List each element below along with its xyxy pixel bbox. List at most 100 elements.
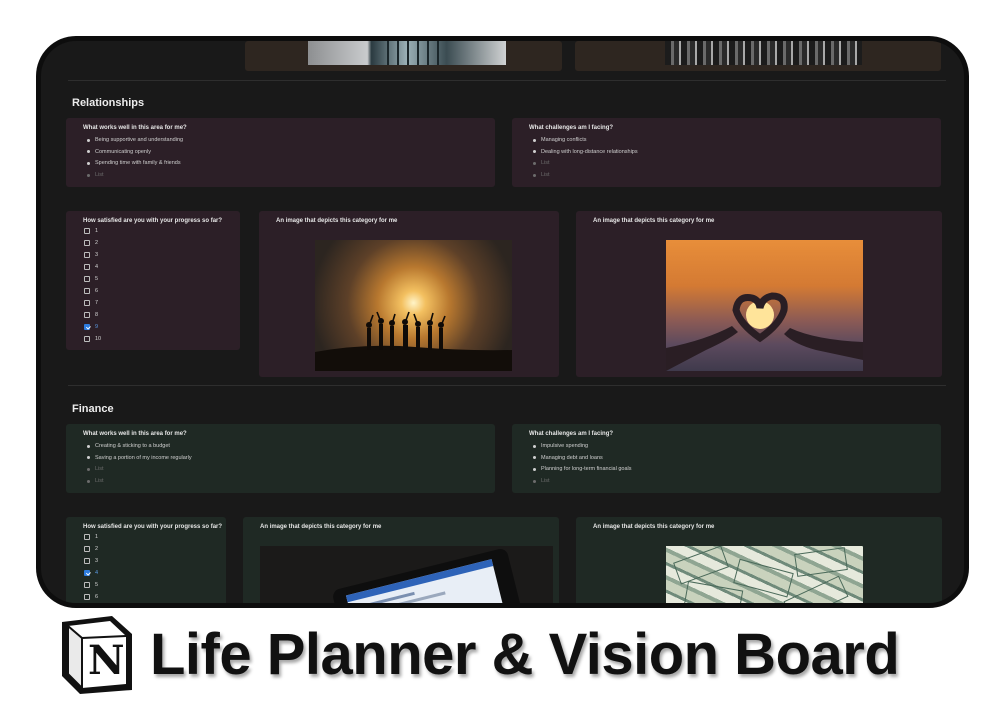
checkbox-label: 6: [95, 288, 99, 294]
satisfaction-checklist: 1 2 3 4 5 6: [84, 534, 98, 603]
checkbox[interactable]: [84, 312, 90, 318]
checkbox-checked[interactable]: [84, 324, 90, 330]
finance-image-card-1: An image that depicts this category for …: [243, 517, 559, 603]
checkbox-label: 2: [95, 240, 99, 246]
checkbox-item[interactable]: 6: [84, 288, 101, 300]
checkbox[interactable]: [84, 534, 90, 540]
checkbox-item[interactable]: 8: [84, 312, 101, 324]
checkbox[interactable]: [84, 558, 90, 564]
checkbox-item[interactable]: 2: [84, 546, 98, 558]
checkbox-label: 2: [95, 546, 99, 552]
list-item[interactable]: Saving a portion of my income regularly: [86, 454, 192, 466]
challenges-heading: What challenges am I facing?: [529, 125, 614, 131]
checkbox[interactable]: [84, 300, 90, 306]
works-heading: What works well in this area for me?: [83, 125, 187, 131]
checkbox-item[interactable]: 3: [84, 252, 101, 264]
finance-image-card-2: An image that depicts this category for …: [576, 517, 942, 603]
checkbox-item[interactable]: 10: [84, 336, 101, 348]
checkbox-item[interactable]: 2: [84, 240, 101, 252]
checkbox-label: 1: [95, 228, 99, 234]
checkbox-label: 9: [95, 324, 99, 330]
challenges-list: Managing conflicts Dealing with long-dis…: [532, 136, 638, 183]
list-item[interactable]: Spending time with family & friends: [86, 159, 183, 171]
list-item-placeholder[interactable]: List: [86, 171, 183, 183]
section-divider: [68, 385, 946, 386]
list-item[interactable]: Being supportive and understanding: [86, 136, 183, 148]
relationships-satisfaction-card: How satisfied are you with your progress…: [66, 211, 240, 350]
notion-page: Relationships What works well in this ar…: [41, 41, 964, 603]
list-item[interactable]: Creating & sticking to a budget: [86, 442, 192, 454]
dollar-bills-photo[interactable]: [666, 546, 863, 603]
finance-satisfaction-card: How satisfied are you with your progress…: [66, 517, 226, 603]
finance-challenges-card: What challenges am I facing? Impulsive s…: [512, 424, 941, 493]
checkbox[interactable]: [84, 252, 90, 258]
checkbox[interactable]: [84, 288, 90, 294]
list-item-placeholder[interactable]: List: [86, 465, 192, 477]
satisfaction-heading: How satisfied are you with your progress…: [83, 218, 223, 224]
list-item-placeholder[interactable]: List: [86, 477, 192, 489]
checkbox-item[interactable]: 4: [84, 264, 101, 276]
relationships-challenges-card: What challenges am I facing? Managing co…: [512, 118, 941, 187]
image-heading: An image that depicts this category for …: [260, 524, 382, 530]
checkbox-label: 10: [95, 336, 102, 342]
checkbox-checked[interactable]: [84, 570, 90, 576]
checkbox-label: 8: [95, 312, 99, 318]
list-item[interactable]: Planning for long-term financial goals: [532, 465, 632, 477]
checkbox[interactable]: [84, 228, 90, 234]
friends-sunset-photo[interactable]: [315, 240, 512, 371]
list-item[interactable]: Dealing with long-distance relationships: [532, 148, 638, 160]
notion-logo: N: [54, 612, 138, 696]
section-title-finance: Finance: [72, 403, 114, 415]
checkbox-item[interactable]: 1: [84, 534, 98, 546]
checkbox-item[interactable]: 6: [84, 594, 98, 603]
works-list: Being supportive and understanding Commu…: [86, 136, 183, 183]
checkbox[interactable]: [84, 264, 90, 270]
product-title: Life Planner & Vision Board: [150, 622, 900, 687]
checkbox-item[interactable]: 5: [84, 582, 98, 594]
checkbox-label: 7: [95, 300, 99, 306]
challenges-heading: What challenges am I facing?: [529, 431, 614, 437]
image-heading: An image that depicts this category for …: [276, 218, 398, 224]
checkbox-label: 5: [95, 276, 99, 282]
checkbox[interactable]: [84, 582, 90, 588]
list-item[interactable]: Impulsive spending: [532, 442, 632, 454]
checkbox-item-checked[interactable]: 9: [84, 324, 101, 336]
checkbox[interactable]: [84, 546, 90, 552]
list-item-placeholder[interactable]: List: [532, 171, 638, 183]
checkbox-label: 5: [95, 582, 99, 588]
previous-image-card-1: [245, 41, 562, 71]
heart-hands-sunset-photo[interactable]: [666, 240, 863, 371]
checkbox-item[interactable]: 1: [84, 228, 101, 240]
list-item-placeholder[interactable]: List: [532, 477, 632, 489]
previous-image-1: [308, 41, 506, 65]
satisfaction-checklist: 1 2 3 4 5 6 7 8 9 10: [84, 228, 101, 348]
checkbox-label: 6: [95, 594, 99, 600]
checkbox-label: 1: [95, 534, 99, 540]
image-heading: An image that depicts this category for …: [593, 524, 715, 530]
challenges-list: Impulsive spending Managing debt and loa…: [532, 442, 632, 489]
checkbox[interactable]: [84, 336, 90, 342]
section-divider: [68, 80, 946, 81]
list-item[interactable]: Communicating openly: [86, 148, 183, 160]
checkbox[interactable]: [84, 240, 90, 246]
finance-works-card: What works well in this area for me? Cre…: [66, 424, 495, 493]
checkbox-item[interactable]: 5: [84, 276, 101, 288]
checkbox-item[interactable]: 7: [84, 300, 101, 312]
list-item-placeholder[interactable]: List: [532, 159, 638, 171]
checkbox-label: 3: [95, 252, 99, 258]
works-heading: What works well in this area for me?: [83, 431, 187, 437]
list-item[interactable]: Managing debt and loans: [532, 454, 632, 466]
works-list: Creating & sticking to a budget Saving a…: [86, 442, 192, 489]
previous-image-card-2: [575, 41, 941, 71]
list-item[interactable]: Managing conflicts: [532, 136, 638, 148]
checkbox-item-checked[interactable]: 4: [84, 570, 98, 582]
image-heading: An image that depicts this category for …: [593, 218, 715, 224]
checkbox-item[interactable]: 3: [84, 558, 98, 570]
phone-banking-photo[interactable]: [260, 546, 553, 603]
relationships-image-card-2: An image that depicts this category for …: [576, 211, 942, 377]
device-frame: Relationships What works well in this ar…: [36, 36, 969, 608]
checkbox[interactable]: [84, 594, 90, 600]
checkbox[interactable]: [84, 276, 90, 282]
checkbox-label: 4: [95, 264, 99, 270]
relationships-image-card-1: An image that depicts this category for …: [259, 211, 559, 377]
